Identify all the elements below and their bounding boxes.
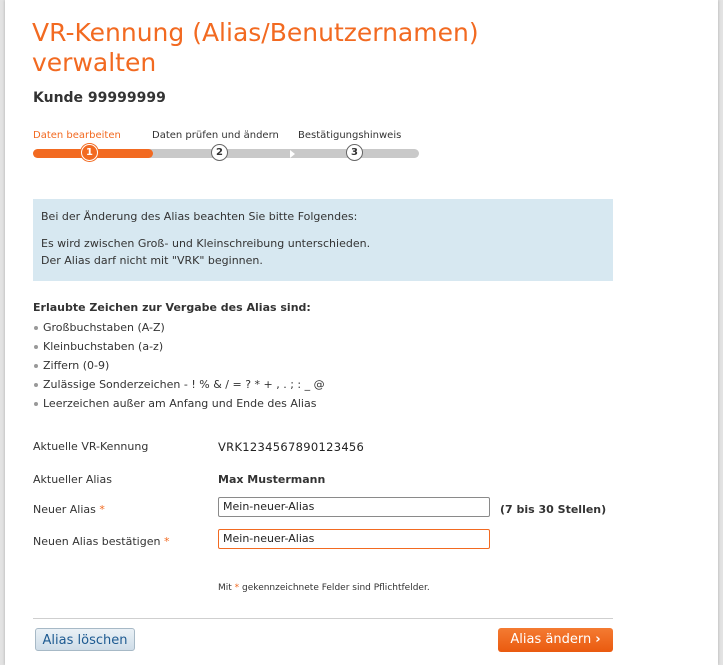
- page-title: VR-Kennung (Alias/Benutzernamen) verwalt…: [32, 18, 479, 77]
- step-number-3: 3: [346, 144, 363, 161]
- new-alias-length-hint: (7 bis 30 Stellen): [500, 503, 607, 516]
- current-id-label: Aktuelle VR-Kennung: [33, 440, 149, 453]
- notice-intro: Bei der Änderung des Alias beachten Sie …: [41, 210, 358, 223]
- confirm-alias-label-wrap: Neuen Alias bestätigen *: [33, 535, 169, 548]
- new-alias-label: Neuer Alias: [33, 503, 96, 516]
- allowed-chars-title: Erlaubte Zeichen zur Vergabe des Alias s…: [33, 301, 311, 314]
- delete-alias-button[interactable]: Alias löschen: [35, 628, 135, 651]
- list-item: Kleinbuchstaben (a-z): [33, 337, 325, 356]
- stepper-track-pending: [143, 149, 419, 158]
- stepper-separator-icon: [290, 150, 295, 158]
- allowed-chars-list: Großbuchstaben (A-Z) Kleinbuchstaben (a-…: [33, 318, 325, 413]
- list-item: Ziffern (0-9): [33, 356, 325, 375]
- confirm-alias-row: Neuen Alias bestätigen *: [33, 529, 613, 555]
- notice-line-case: Es wird zwischen Groß- und Kleinschreibu…: [41, 237, 371, 250]
- notice-line-prefix: Der Alias darf nicht mit "VRK" beginnen.: [41, 254, 263, 267]
- required-marker: *: [99, 503, 105, 516]
- new-alias-label-wrap: Neuer Alias *: [33, 503, 105, 516]
- current-alias-value: Max Mustermann: [218, 473, 326, 486]
- step-number-2: 2: [211, 144, 228, 161]
- new-alias-input[interactable]: [218, 497, 490, 517]
- required-marker: *: [163, 535, 170, 548]
- step-label-2: Daten prüfen und ändern: [152, 130, 279, 141]
- current-id-value: VRK1234567890123456: [218, 440, 365, 454]
- step-label-1: Daten bearbeiten: [33, 130, 121, 141]
- required-marker: *: [234, 583, 240, 593]
- mandatory-prefix: Mit: [218, 583, 232, 593]
- current-alias-label: Aktueller Alias: [33, 473, 112, 486]
- change-alias-label: Alias ändern: [510, 632, 592, 647]
- mandatory-suffix: gekennzeichnete Felder sind Pflichtfelde…: [242, 583, 430, 593]
- list-item: Großbuchstaben (A-Z): [33, 318, 325, 337]
- progress-stepper: Daten bearbeiten Daten prüfen und ändern…: [33, 130, 419, 170]
- chevron-right-icon: ›: [595, 632, 601, 647]
- step-label-3: Bestätigungshinweis: [298, 130, 402, 141]
- confirm-alias-input[interactable]: [218, 529, 490, 549]
- customer-number: Kunde 99999999: [33, 90, 166, 106]
- stepper-separator-icon: [145, 150, 150, 158]
- info-notice: Bei der Änderung des Alias beachten Sie …: [33, 199, 613, 281]
- new-alias-row: Neuer Alias * (7 bis 30 Stellen): [33, 497, 613, 523]
- mandatory-note: Mit * gekennzeichnete Felder sind Pflich…: [218, 583, 430, 593]
- step-number-1: 1: [81, 144, 98, 161]
- list-item: Leerzeichen außer am Anfang und Ende des…: [33, 394, 325, 413]
- page-container: VR-Kennung (Alias/Benutzernamen) verwalt…: [5, 0, 718, 665]
- change-alias-button[interactable]: Alias ändern ›: [498, 628, 613, 652]
- confirm-alias-label: Neuen Alias bestätigen: [33, 535, 161, 548]
- list-item: Zulässige Sonderzeichen - ! % & / = ? * …: [33, 375, 325, 394]
- divider: [33, 618, 613, 619]
